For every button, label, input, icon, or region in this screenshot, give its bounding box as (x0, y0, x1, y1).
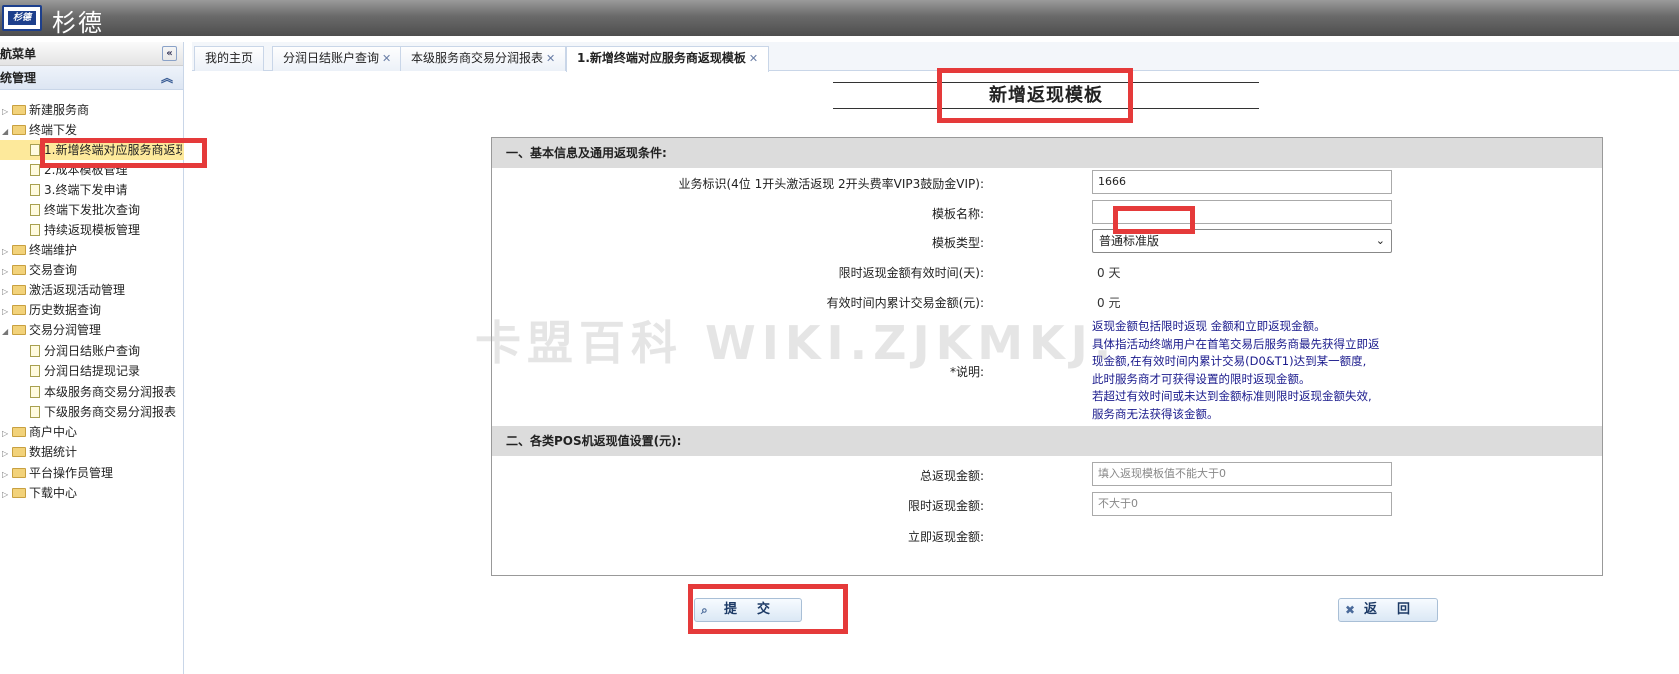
folder-icon (12, 125, 26, 135)
tab-own-profit-report[interactable]: 本级服务商交易分润报表 ✕ (400, 46, 567, 71)
tree-item-terminal-apply[interactable]: 3.终端下发申请 (30, 180, 127, 200)
top-header: 杉德 杉德 (0, 0, 1679, 37)
tree-item-continuous-template[interactable]: 持续返现模板管理 (30, 220, 140, 240)
instant-cashback-label: 立即返现金额: (907, 530, 984, 544)
close-icon[interactable]: ✕ (382, 52, 391, 65)
section-basic-info: 一、基本信息及通用返现条件: (492, 138, 1602, 168)
page-icon (30, 184, 40, 196)
folder-icon (12, 285, 26, 295)
tree-item-new-provider[interactable]: ▷ 新建服务商 (2, 100, 89, 120)
expand-arrow-icon[interactable]: ▷ (2, 485, 12, 505)
nav-group-label: 系统管理 (0, 71, 37, 85)
template-type-label: 模板类型: (931, 236, 984, 250)
tree-item-operator-manage[interactable]: ▷ 平台操作员管理 (2, 463, 113, 483)
total-cashback-label: 总返现金额: (919, 469, 984, 483)
chevron-down-icon: ⌄ (1375, 234, 1385, 247)
page-icon (30, 204, 40, 216)
page-icon (30, 386, 40, 398)
template-name-label: 模板名称: (931, 207, 984, 221)
brand-name: 杉德 (52, 9, 104, 37)
tree-item-terminal-issue[interactable]: ◢ 终端下发 (2, 120, 77, 140)
collapse-arrow-icon[interactable]: ◢ (2, 322, 12, 342)
tree-item-statistics[interactable]: ▷ 数据统计 (2, 442, 77, 462)
tab-bar: 我的主页 分润日结账户查询 ✕ 本级服务商交易分润报表 ✕ 1.新增终端对应服务商返… (192, 42, 1679, 72)
biz-id-input[interactable]: 1666 (1092, 170, 1392, 194)
watermark: 卡盟百科 WIKI.ZJKMKJ. (475, 316, 1118, 370)
close-icon[interactable]: ✕ (546, 52, 555, 65)
valid-days-value: 0 天 (1097, 266, 1121, 280)
folder-icon (12, 488, 26, 498)
page-icon (30, 365, 40, 377)
folder-icon (12, 468, 26, 478)
folder-icon (12, 105, 26, 115)
limited-cashback-label: 限时返现金额: (907, 499, 984, 513)
tab-new-cashback-template[interactable]: 1.新增终端对应服务商返现模板 ✕ (566, 46, 770, 72)
highlight-box-submit (688, 584, 848, 634)
tree-item-sub-profit-report[interactable]: 下级服务商交易分润报表 (30, 402, 176, 422)
page-icon (30, 406, 40, 418)
back-button[interactable]: ✖ 返回 (1338, 598, 1438, 622)
expand-arrow-icon[interactable]: ▷ (2, 444, 12, 464)
folder-icon (12, 265, 26, 275)
section-pos-cashback: 二、各类POS机返现值设置(元): (492, 426, 1602, 456)
expand-arrow-icon[interactable]: ▷ (2, 242, 12, 262)
total-cashback-input[interactable]: 填入返现模板值不能大于0 (1092, 462, 1392, 486)
expand-arrow-icon[interactable]: ▷ (2, 424, 12, 444)
expand-arrow-icon[interactable]: ▷ (2, 262, 12, 282)
expand-arrow-icon[interactable]: ▷ (2, 465, 12, 485)
sand-logo: 杉德 (2, 5, 42, 31)
tree-item-daily-account[interactable]: 分润日结账户查询 (30, 341, 140, 361)
folder-icon (12, 305, 26, 315)
tree-item-own-profit-report[interactable]: 本级服务商交易分润报表 (30, 382, 176, 402)
biz-id-label: 业务标识(4位 1开头激活返现 2开头费率VIP3鼓励金VIP): (678, 177, 984, 191)
close-icon: ✖ (1345, 603, 1356, 617)
page-icon (30, 164, 40, 176)
tree-item-trade-query[interactable]: ▷ 交易查询 (2, 260, 77, 280)
tree-item-profit-manage[interactable]: ◢ 交易分润管理 (2, 320, 101, 340)
tab-daily-account[interactable]: 分润日结账户查询 ✕ (272, 46, 403, 71)
page-icon (30, 224, 40, 236)
collapse-arrow-icon[interactable]: ◢ (2, 122, 12, 142)
tree-item-batch-query[interactable]: 终端下发批次查询 (30, 200, 140, 220)
highlight-box-menu (40, 138, 207, 168)
close-icon[interactable]: ✕ (749, 52, 758, 65)
logo-text: 杉德 (8, 11, 36, 25)
limited-cashback-input[interactable]: 不大于0 (1092, 492, 1392, 516)
folder-icon (12, 245, 26, 255)
navigation-sidebar: 导航菜单 « 系统管理 ︽ ▷新建服务商 ◢终端下发 1.新增终端对应服务商返现… (0, 42, 184, 674)
description-text: 返现金额包括限时返现 金额和立即返现金额。 具体指活动终端用户在首笔交易后服务商… (1092, 319, 1380, 421)
tree-item-merchant-center[interactable]: ▷ 商户中心 (2, 422, 77, 442)
chevron-up-icon[interactable]: ︽ (161, 66, 173, 90)
tree-item-history-query[interactable]: ▷ 历史数据查询 (2, 300, 101, 320)
template-type-value: 普通标准版 (1099, 234, 1160, 248)
collapse-sidebar-icon[interactable]: « (162, 46, 177, 61)
tree-item-daily-withdraw[interactable]: 分润日结提现记录 (30, 361, 140, 381)
tree-item-terminal-maintain[interactable]: ▷ 终端维护 (2, 240, 77, 260)
tab-home[interactable]: 我的主页 (194, 46, 265, 71)
folder-icon (12, 325, 26, 335)
folder-icon (12, 447, 26, 457)
nav-menu-header: 导航菜单 « (0, 42, 183, 66)
valid-days-label: 限时返现金额有效时间(天): (838, 266, 984, 280)
page-icon (30, 345, 40, 357)
expand-arrow-icon[interactable]: ▷ (2, 102, 12, 122)
expand-arrow-icon[interactable]: ▷ (2, 282, 12, 302)
nav-menu-title: 导航菜单 (0, 47, 37, 61)
nav-group-system[interactable]: 系统管理 ︽ (0, 66, 183, 90)
tree-item-activation-cashback[interactable]: ▷ 激活返现活动管理 (2, 280, 125, 300)
expand-arrow-icon[interactable]: ▷ (2, 302, 12, 322)
highlight-box-name (1113, 206, 1195, 234)
page-icon (30, 144, 40, 156)
folder-icon (12, 427, 26, 437)
highlight-box-title (937, 68, 1133, 123)
tree-item-download-center[interactable]: ▷ 下载中心 (2, 483, 77, 503)
